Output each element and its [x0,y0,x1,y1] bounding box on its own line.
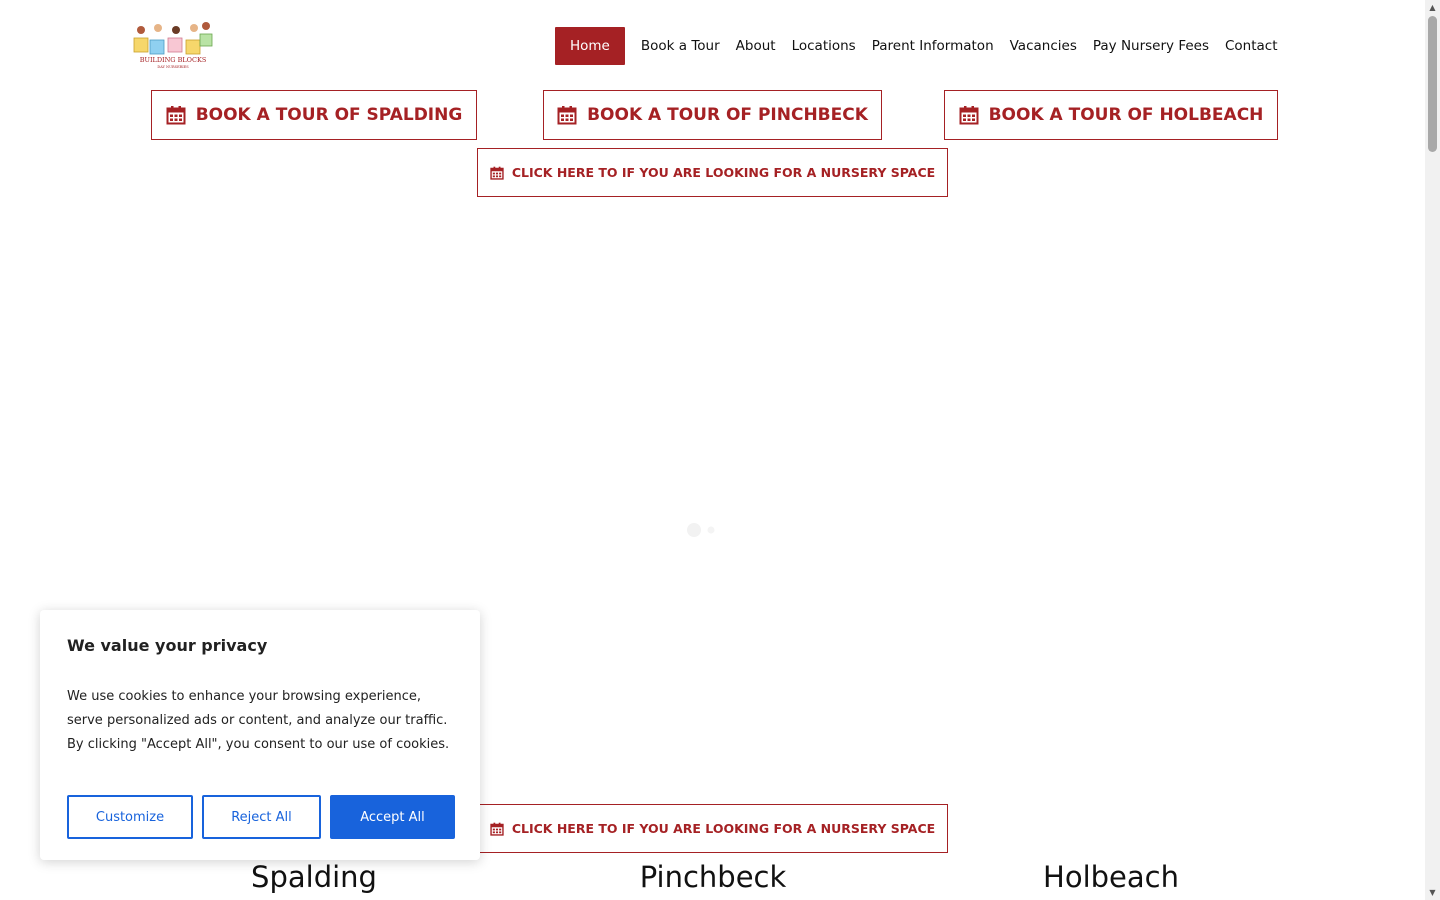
calendar-icon [166,105,186,125]
svg-text:DAY NURSERIES: DAY NURSERIES [157,65,189,69]
calendar-icon [490,166,504,180]
site-header: BUILDING BLOCKS DAY NURSERIES Home Book … [0,0,1425,90]
page-scrollbar[interactable]: ▲ ▼ [1425,0,1440,900]
cookie-consent-banner: We value your privacy We use cookies to … [40,610,480,860]
nav-pay-nursery-fees[interactable]: Pay Nursery Fees [1085,27,1217,65]
location-heading-pinchbeck: Pinchbeck [639,860,787,894]
nav-parent-information[interactable]: Parent Informaton [864,27,1002,65]
main-nav: Home Book a Tour About Locations Parent … [555,27,1286,65]
nav-vacancies[interactable]: Vacancies [1002,27,1085,65]
book-tour-spalding-label: BOOK A TOUR OF SPALDING [195,105,463,125]
building-blocks-logo[interactable]: BUILDING BLOCKS DAY NURSERIES [128,20,218,70]
book-tour-pinchbeck-label: BOOK A TOUR OF PINCHBECK [587,105,868,125]
nav-home[interactable]: Home [555,27,625,65]
nursery-space-button-bottom[interactable]: CLICK HERE TO IF YOU ARE LOOKING FOR A N… [477,804,948,853]
cookie-description: We use cookies to enhance your browsing … [67,689,450,752]
book-tour-pinchbeck-button[interactable]: BOOK A TOUR OF PINCHBECK [543,90,882,140]
scroll-down-arrow-icon[interactable]: ▼ [1428,888,1437,897]
nav-contact[interactable]: Contact [1217,27,1286,65]
loading-spinner [684,520,724,540]
location-heading-holbeach: Holbeach [1043,860,1179,894]
book-tour-spalding-button[interactable]: BOOK A TOUR OF SPALDING [151,90,477,140]
nursery-space-button-top[interactable]: CLICK HERE TO IF YOU ARE LOOKING FOR A N… [477,148,948,197]
book-tour-holbeach-button[interactable]: BOOK A TOUR OF HOLBEACH [944,90,1278,140]
cookie-customize-button[interactable]: Customize [67,795,193,839]
scrollbar-thumb[interactable] [1428,16,1437,152]
nav-about[interactable]: About [728,27,784,65]
nursery-space-label: CLICK HERE TO IF YOU ARE LOOKING FOR A N… [511,165,936,180]
scroll-up-arrow-icon[interactable]: ▲ [1428,3,1437,12]
nursery-space-label: CLICK HERE TO IF YOU ARE LOOKING FOR A N… [511,821,936,836]
cookie-actions: Customize Reject All Accept All [67,795,455,839]
calendar-icon [557,105,577,125]
cookie-reject-all-button[interactable]: Reject All [202,795,321,839]
svg-text:BUILDING BLOCKS: BUILDING BLOCKS [140,56,207,64]
nav-locations[interactable]: Locations [784,27,864,65]
cookie-accept-all-button[interactable]: Accept All [330,795,455,839]
calendar-icon [490,822,504,836]
nav-book-a-tour[interactable]: Book a Tour [633,27,728,65]
book-tour-holbeach-label: BOOK A TOUR OF HOLBEACH [988,105,1264,125]
cookie-title: We value your privacy [67,636,268,655]
location-heading-spalding: Spalding [251,860,377,894]
calendar-icon [959,105,979,125]
